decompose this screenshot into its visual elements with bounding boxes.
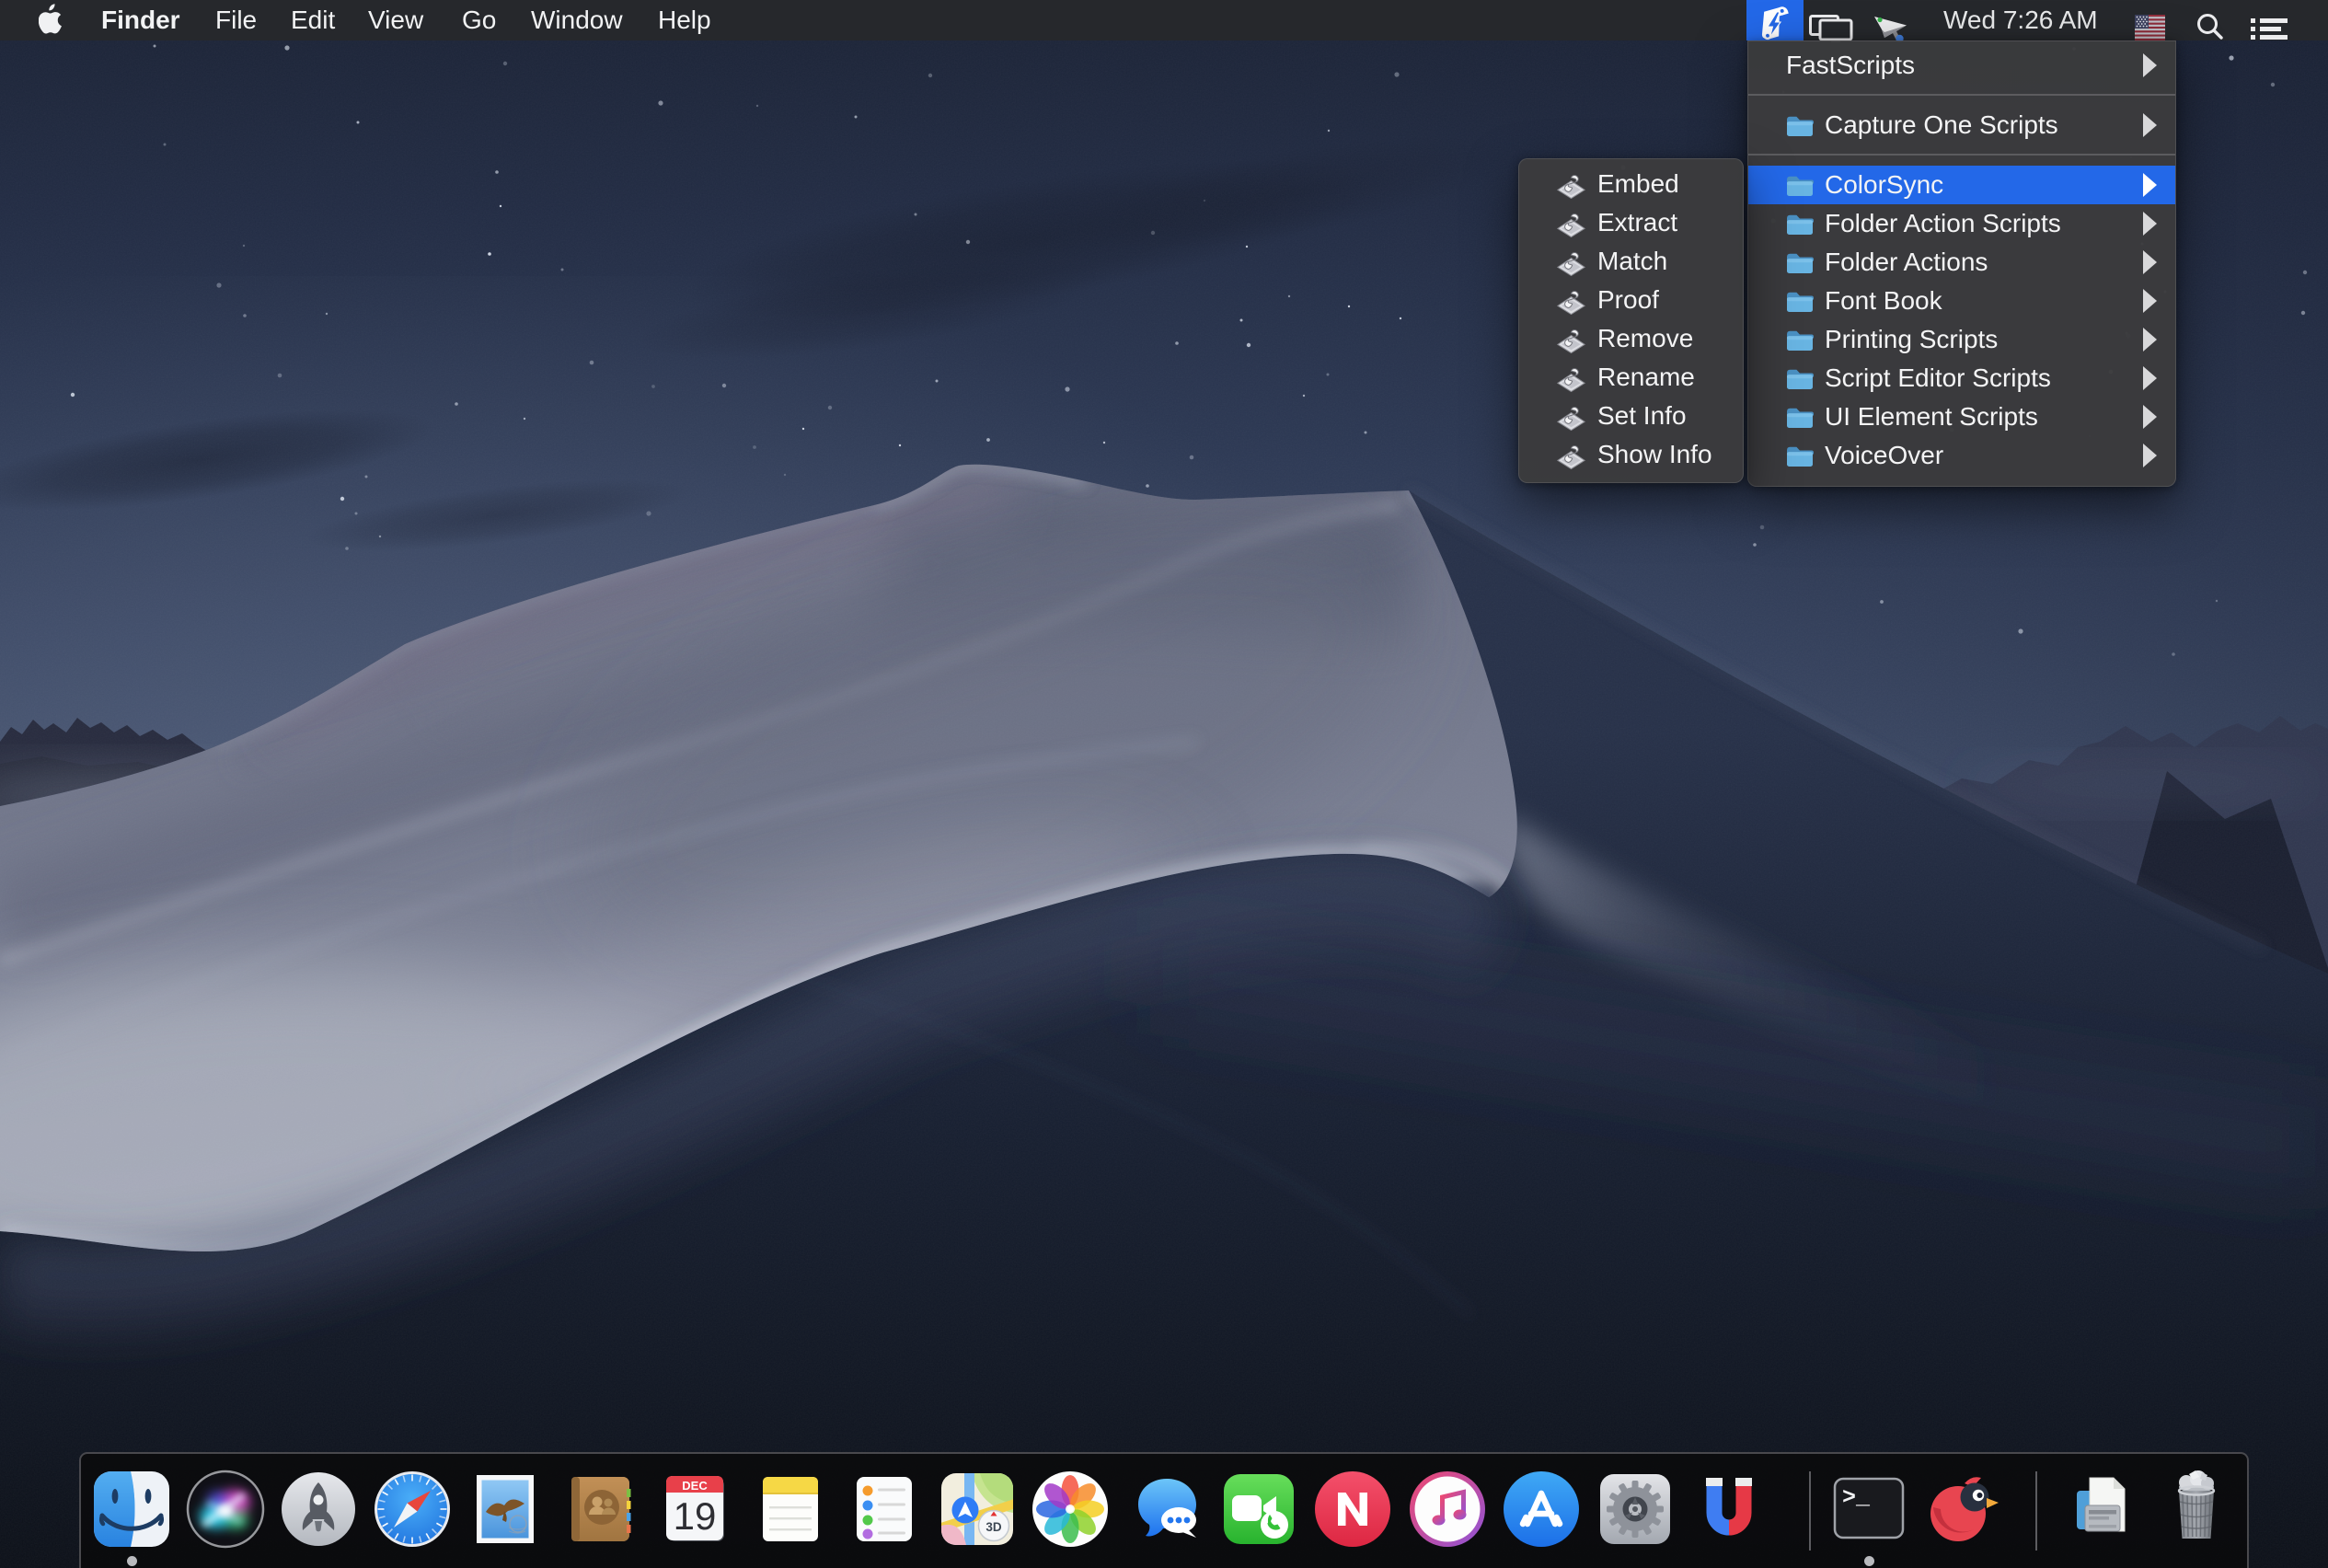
svg-text:DEC: DEC xyxy=(682,1479,708,1493)
svg-text:19: 19 xyxy=(674,1494,717,1538)
svg-text:3D: 3D xyxy=(985,1520,1002,1534)
svg-text:>_: >_ xyxy=(1842,1484,1871,1511)
